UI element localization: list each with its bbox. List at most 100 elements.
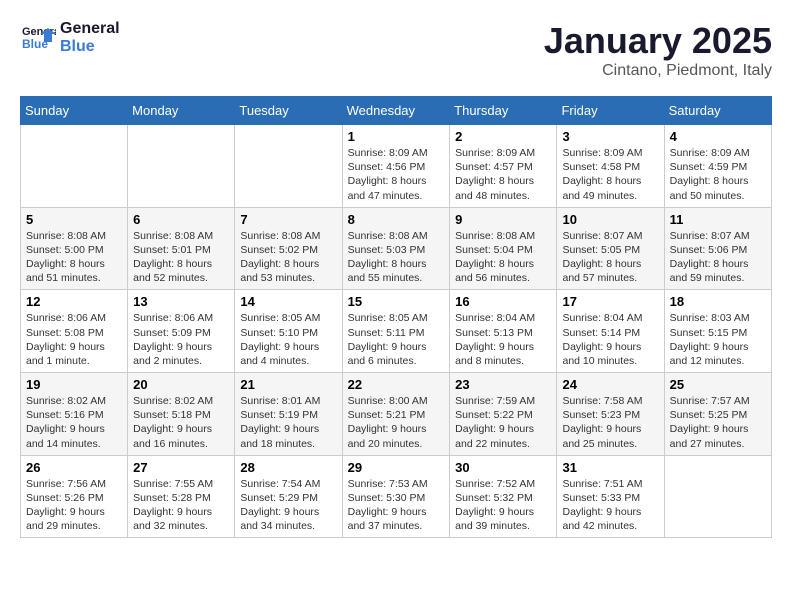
- day-number: 18: [670, 294, 766, 309]
- day-info: Sunrise: 7:54 AM Sunset: 5:29 PM Dayligh…: [240, 477, 336, 534]
- calendar-cell: 5 Sunrise: 8:08 AM Sunset: 5:00 PM Daylig…: [21, 207, 128, 290]
- calendar-cell: 21 Sunrise: 8:01 AM Sunset: 5:19 PM Dayli…: [235, 373, 342, 456]
- day-number: 21: [240, 377, 336, 392]
- calendar-cell: 28 Sunrise: 7:54 AM Sunset: 5:29 PM Dayli…: [235, 455, 342, 538]
- day-info: Sunrise: 8:02 AM Sunset: 5:18 PM Dayligh…: [133, 394, 229, 451]
- day-info: Sunrise: 7:57 AM Sunset: 5:25 PM Dayligh…: [670, 394, 766, 451]
- calendar-cell: [235, 125, 342, 208]
- calendar-cell: 12 Sunrise: 8:06 AM Sunset: 5:08 PM Dayli…: [21, 290, 128, 373]
- day-info: Sunrise: 8:09 AM Sunset: 4:57 PM Dayligh…: [455, 146, 551, 203]
- day-number: 5: [26, 212, 122, 227]
- calendar-week-row: 1Sunrise: 8:09 AM Sunset: 4:56 PM Daylig…: [21, 125, 772, 208]
- calendar-cell: 13 Sunrise: 8:06 AM Sunset: 5:09 PM Dayli…: [128, 290, 235, 373]
- day-number: 7: [240, 212, 336, 227]
- weekday-header-row: SundayMondayTuesdayWednesdayThursdayFrid…: [21, 97, 772, 125]
- title-area: January 2025 Cintano, Piedmont, Italy: [544, 20, 772, 80]
- day-number: 29: [348, 460, 445, 475]
- day-number: 17: [562, 294, 658, 309]
- calendar-week-row: 5 Sunrise: 8:08 AM Sunset: 5:00 PM Daylig…: [21, 207, 772, 290]
- calendar-cell: 18 Sunrise: 8:03 AM Sunset: 5:15 PM Dayli…: [664, 290, 771, 373]
- day-info: Sunrise: 7:55 AM Sunset: 5:28 PM Dayligh…: [133, 477, 229, 534]
- day-number: 31: [562, 460, 658, 475]
- calendar-cell: 23 Sunrise: 7:59 AM Sunset: 5:22 PM Dayli…: [450, 373, 557, 456]
- weekday-header-tuesday: Tuesday: [235, 97, 342, 125]
- day-number: 24: [562, 377, 658, 392]
- day-number: 25: [670, 377, 766, 392]
- day-info: Sunrise: 7:52 AM Sunset: 5:32 PM Dayligh…: [455, 477, 551, 534]
- day-number: 13: [133, 294, 229, 309]
- calendar-cell: 17Sunrise: 8:04 AM Sunset: 5:14 PM Dayli…: [557, 290, 664, 373]
- calendar-week-row: 26 Sunrise: 7:56 AM Sunset: 5:26 PM Dayli…: [21, 455, 772, 538]
- logo: General Blue General Blue: [20, 20, 120, 56]
- day-info: Sunrise: 7:51 AM Sunset: 5:33 PM Dayligh…: [562, 477, 658, 534]
- day-info: Sunrise: 8:06 AM Sunset: 5:09 PM Dayligh…: [133, 311, 229, 368]
- day-number: 12: [26, 294, 122, 309]
- day-info: Sunrise: 8:07 AM Sunset: 5:05 PM Dayligh…: [562, 229, 658, 286]
- calendar-table: SundayMondayTuesdayWednesdayThursdayFrid…: [20, 96, 772, 538]
- calendar-week-row: 12 Sunrise: 8:06 AM Sunset: 5:08 PM Dayli…: [21, 290, 772, 373]
- day-number: 6: [133, 212, 229, 227]
- calendar-cell: 2Sunrise: 8:09 AM Sunset: 4:57 PM Daylig…: [450, 125, 557, 208]
- calendar-cell: 20 Sunrise: 8:02 AM Sunset: 5:18 PM Dayli…: [128, 373, 235, 456]
- day-info: Sunrise: 7:53 AM Sunset: 5:30 PM Dayligh…: [348, 477, 445, 534]
- calendar-cell: 19Sunrise: 8:02 AM Sunset: 5:16 PM Dayli…: [21, 373, 128, 456]
- location: Cintano, Piedmont, Italy: [544, 62, 772, 80]
- logo-blue: Blue: [60, 38, 120, 56]
- calendar-cell: 10Sunrise: 8:07 AM Sunset: 5:05 PM Dayli…: [557, 207, 664, 290]
- page-header: General Blue General Blue January 2025 C…: [20, 20, 772, 80]
- weekday-header-wednesday: Wednesday: [342, 97, 450, 125]
- day-number: 9: [455, 212, 551, 227]
- day-info: Sunrise: 8:06 AM Sunset: 5:08 PM Dayligh…: [26, 311, 122, 368]
- day-number: 27: [133, 460, 229, 475]
- day-info: Sunrise: 8:08 AM Sunset: 5:00 PM Dayligh…: [26, 229, 122, 286]
- day-number: 28: [240, 460, 336, 475]
- day-number: 1: [348, 129, 445, 144]
- day-number: 23: [455, 377, 551, 392]
- day-info: Sunrise: 8:07 AM Sunset: 5:06 PM Dayligh…: [670, 229, 766, 286]
- day-info: Sunrise: 7:58 AM Sunset: 5:23 PM Dayligh…: [562, 394, 658, 451]
- day-number: 16: [455, 294, 551, 309]
- calendar-cell: 30 Sunrise: 7:52 AM Sunset: 5:32 PM Dayli…: [450, 455, 557, 538]
- logo-general: General: [60, 20, 120, 38]
- weekday-header-friday: Friday: [557, 97, 664, 125]
- day-number: 26: [26, 460, 122, 475]
- calendar-cell: 11 Sunrise: 8:07 AM Sunset: 5:06 PM Dayli…: [664, 207, 771, 290]
- calendar-cell: 31 Sunrise: 7:51 AM Sunset: 5:33 PM Dayli…: [557, 455, 664, 538]
- day-number: 4: [670, 129, 766, 144]
- day-info: Sunrise: 8:00 AM Sunset: 5:21 PM Dayligh…: [348, 394, 445, 451]
- day-number: 3: [562, 129, 658, 144]
- day-info: Sunrise: 8:08 AM Sunset: 5:03 PM Dayligh…: [348, 229, 445, 286]
- weekday-header-sunday: Sunday: [21, 97, 128, 125]
- logo-icon: General Blue: [20, 20, 56, 56]
- calendar-cell: 8 Sunrise: 8:08 AM Sunset: 5:03 PM Daylig…: [342, 207, 450, 290]
- day-info: Sunrise: 7:56 AM Sunset: 5:26 PM Dayligh…: [26, 477, 122, 534]
- day-number: 20: [133, 377, 229, 392]
- calendar-cell: 15Sunrise: 8:05 AM Sunset: 5:11 PM Dayli…: [342, 290, 450, 373]
- calendar-cell: [664, 455, 771, 538]
- day-info: Sunrise: 8:01 AM Sunset: 5:19 PM Dayligh…: [240, 394, 336, 451]
- calendar-cell: 29 Sunrise: 7:53 AM Sunset: 5:30 PM Dayli…: [342, 455, 450, 538]
- day-number: 19: [26, 377, 122, 392]
- day-number: 14: [240, 294, 336, 309]
- day-info: Sunrise: 8:03 AM Sunset: 5:15 PM Dayligh…: [670, 311, 766, 368]
- calendar-cell: 7Sunrise: 8:08 AM Sunset: 5:02 PM Daylig…: [235, 207, 342, 290]
- day-number: 30: [455, 460, 551, 475]
- day-number: 8: [348, 212, 445, 227]
- month-title: January 2025: [544, 20, 772, 62]
- weekday-header-thursday: Thursday: [450, 97, 557, 125]
- calendar-week-row: 19Sunrise: 8:02 AM Sunset: 5:16 PM Dayli…: [21, 373, 772, 456]
- day-info: Sunrise: 8:09 AM Sunset: 4:58 PM Dayligh…: [562, 146, 658, 203]
- calendar-cell: 6 Sunrise: 8:08 AM Sunset: 5:01 PM Daylig…: [128, 207, 235, 290]
- day-info: Sunrise: 7:59 AM Sunset: 5:22 PM Dayligh…: [455, 394, 551, 451]
- calendar-cell: 26 Sunrise: 7:56 AM Sunset: 5:26 PM Dayli…: [21, 455, 128, 538]
- calendar-cell: [21, 125, 128, 208]
- day-number: 11: [670, 212, 766, 227]
- day-info: Sunrise: 8:08 AM Sunset: 5:04 PM Dayligh…: [455, 229, 551, 286]
- calendar-cell: 25 Sunrise: 7:57 AM Sunset: 5:25 PM Dayli…: [664, 373, 771, 456]
- calendar-cell: [128, 125, 235, 208]
- calendar-cell: 14Sunrise: 8:05 AM Sunset: 5:10 PM Dayli…: [235, 290, 342, 373]
- day-info: Sunrise: 8:08 AM Sunset: 5:01 PM Dayligh…: [133, 229, 229, 286]
- calendar-cell: 22 Sunrise: 8:00 AM Sunset: 5:21 PM Dayli…: [342, 373, 450, 456]
- weekday-header-monday: Monday: [128, 97, 235, 125]
- day-number: 22: [348, 377, 445, 392]
